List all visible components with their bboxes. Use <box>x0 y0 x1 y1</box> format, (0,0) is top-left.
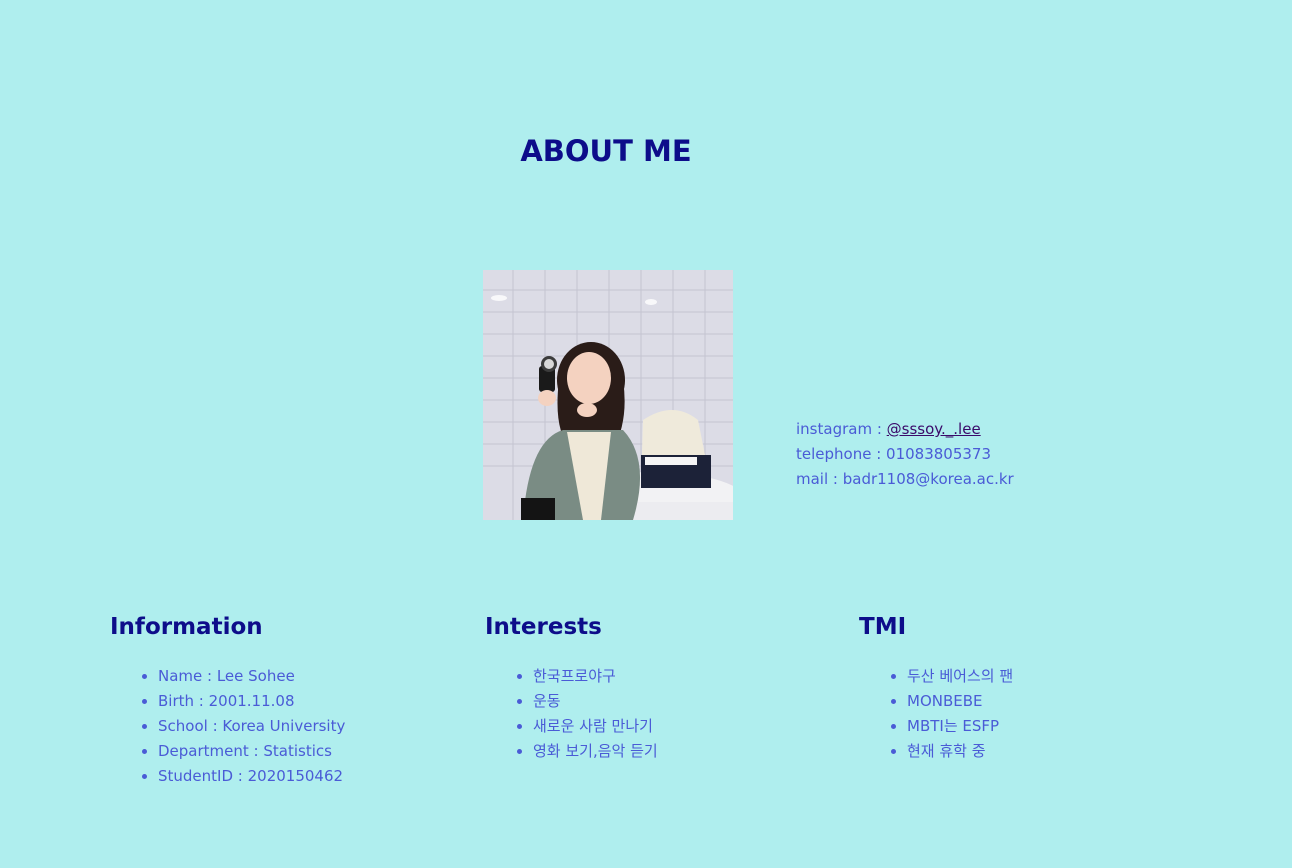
information-section: Information Name : Lee Sohee Birth : 200… <box>110 610 345 789</box>
list-item: MBTI는 ESFP <box>907 714 1013 739</box>
instagram-row: instagram : @sssoy._.lee <box>796 417 1014 442</box>
instagram-label: instagram : <box>796 420 887 438</box>
tmi-section: TMI 두산 베어스의 팬 MONBEBE MBTI는 ESFP 현재 휴학 중 <box>859 610 1013 764</box>
profile-photo <box>483 270 733 520</box>
list-item: MONBEBE <box>907 689 1013 714</box>
list-item: 새로운 사람 만나기 <box>533 714 658 739</box>
list-item: Birth : 2001.11.08 <box>158 689 345 714</box>
interests-section: Interests 한국프로야구 운동 새로운 사람 만나기 영화 보기,음악 … <box>485 610 658 764</box>
page-title: ABOUT ME <box>520 134 692 168</box>
interests-list: 한국프로야구 운동 새로운 사람 만나기 영화 보기,음악 듣기 <box>485 664 658 764</box>
interests-heading: Interests <box>485 614 602 640</box>
telephone-row: telephone : 01083805373 <box>796 445 992 463</box>
contact-info: instagram : @sssoy._.lee telephone : 010… <box>796 417 1014 492</box>
information-heading: Information <box>110 614 263 640</box>
list-item: 영화 보기,음악 듣기 <box>533 739 658 764</box>
information-list: Name : Lee Sohee Birth : 2001.11.08 Scho… <box>110 664 345 789</box>
list-item: School : Korea University <box>158 714 345 739</box>
list-item: Name : Lee Sohee <box>158 664 345 689</box>
profile-photo-illustration <box>483 270 733 520</box>
list-item: 현재 휴학 중 <box>907 739 1013 764</box>
tmi-heading: TMI <box>859 614 907 640</box>
instagram-link[interactable]: @sssoy._.lee <box>887 420 981 438</box>
list-item: 두산 베어스의 팬 <box>907 664 1013 689</box>
list-item: StudentID : 2020150462 <box>158 764 345 789</box>
list-item: 운동 <box>533 689 658 714</box>
mail-row: mail : badr1108@korea.ac.kr <box>796 470 1014 488</box>
list-item: 한국프로야구 <box>533 664 658 689</box>
list-item: Department : Statistics <box>158 739 345 764</box>
tmi-list: 두산 베어스의 팬 MONBEBE MBTI는 ESFP 현재 휴학 중 <box>859 664 1013 764</box>
